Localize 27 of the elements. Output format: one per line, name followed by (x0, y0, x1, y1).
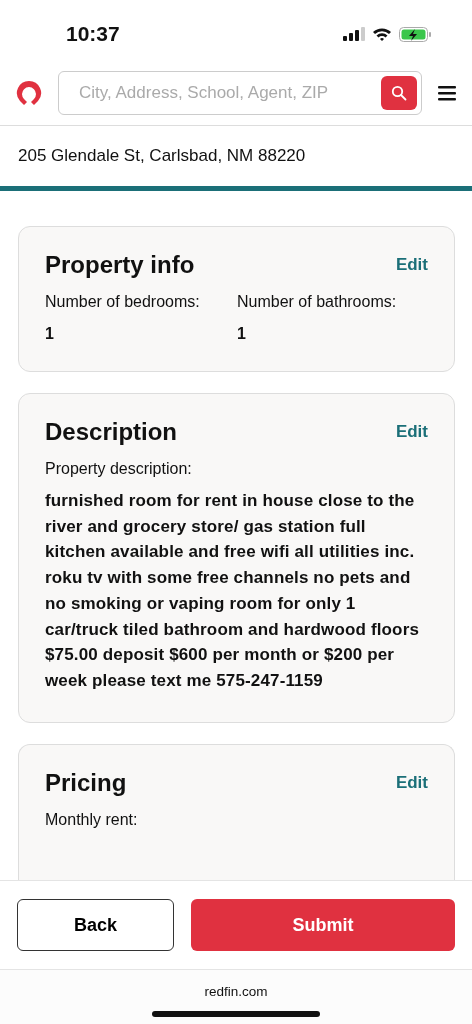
status-time: 10:37 (66, 22, 120, 46)
field-value: 1 (45, 325, 55, 343)
battery-charging-icon (399, 26, 432, 42)
field-label: Property description: (45, 460, 193, 478)
wifi-icon (372, 27, 392, 41)
description-text: furnished room for rent in house close to the river and grocery store/ gas station full kitchen available and free wifi all utilities inc. roku tv with some free channels no pets and no smoking or vaping room for only 1 car/truck tiled bathroom and hardwood floors $75.00 deposit $600 per month or $200 per week please text me 575-247-1159 (45, 490, 421, 692)
edit-link[interactable]: Edit (395, 772, 428, 793)
field-label: Monthly rent: (45, 810, 139, 829)
search-icon (391, 84, 407, 101)
card-title: Property info (45, 251, 195, 279)
field-label: Number of bedrooms: (45, 293, 201, 311)
card-title: Description (45, 418, 178, 446)
edit-link[interactable]: Edit (395, 255, 428, 275)
search-button[interactable] (381, 75, 417, 110)
field-value: 1 (237, 325, 247, 343)
search-field[interactable]: City, Address, School, Agent, ZIP (77, 81, 381, 104)
signal-icon (343, 27, 365, 41)
card-title: Pricing (45, 768, 127, 797)
menu-icon[interactable] (438, 84, 458, 101)
edit-link[interactable]: Edit (395, 422, 428, 442)
address-text: 205 Glendale St, Carlsbad, NM 88220 (18, 146, 306, 166)
back-button[interactable]: Back (17, 899, 174, 951)
submit-button[interactable]: Submit (191, 899, 455, 951)
field-label: Number of bathrooms: (237, 293, 398, 311)
url-text: redfin.com (204, 984, 268, 999)
logo-icon (16, 79, 42, 106)
search-bar[interactable]: City, Address, School, Agent, ZIP (58, 70, 422, 115)
